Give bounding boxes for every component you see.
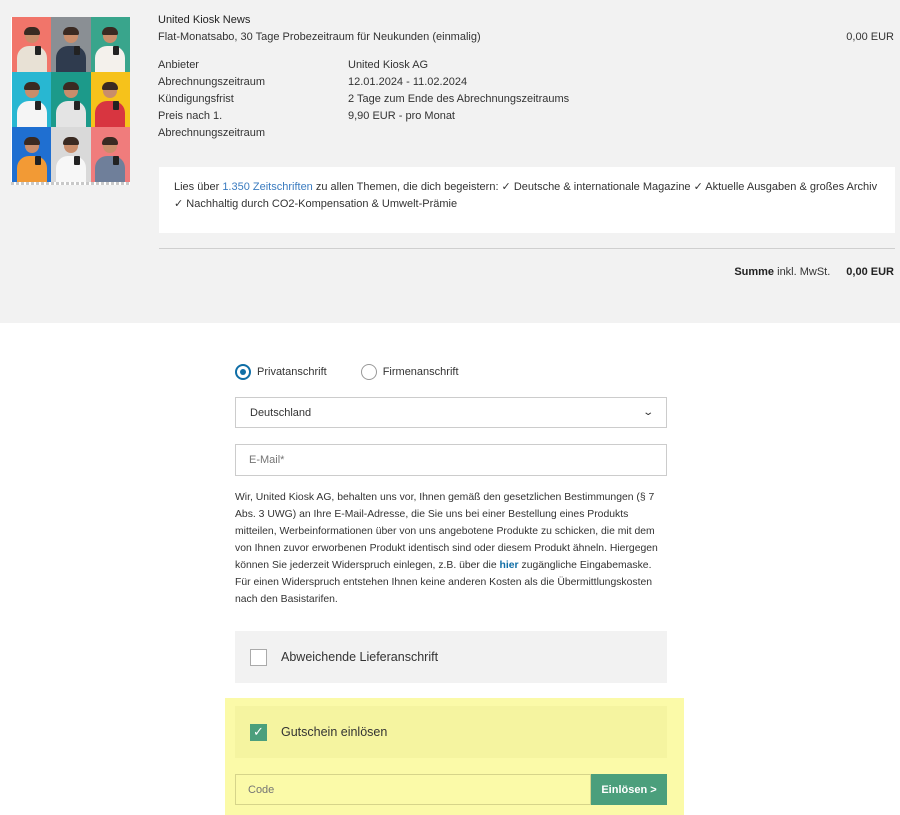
detail-label-later-price: Preis nach 1. Abrechnungszeitraum — [158, 110, 266, 139]
person-hair — [102, 137, 119, 146]
voucher-toggle[interactable]: ✓ Gutschein einlösen — [235, 706, 667, 758]
summary-divider — [159, 248, 895, 249]
person-hair — [62, 137, 79, 146]
radio-selected-icon[interactable] — [235, 364, 251, 380]
radio-company-address[interactable]: Firmenanschrift — [360, 364, 459, 380]
phone-icon — [113, 155, 120, 165]
objection-link[interactable]: hier — [500, 560, 519, 571]
voucher-label: Gutschein einlösen — [281, 725, 388, 739]
person-body — [95, 156, 126, 182]
person-body — [16, 101, 47, 127]
product-subtitle: Flat-Monatsabo, 30 Tage Probezeitraum fü… — [158, 31, 481, 43]
total-amount: 0,00 EUR — [846, 266, 894, 278]
product-thumbnail — [11, 17, 130, 185]
legal-notice: Wir, United Kiosk AG, behalten uns vor, … — [235, 489, 667, 608]
person-body — [95, 101, 126, 127]
detail-value-later-price: 9,90 EUR - pro Monat — [348, 110, 455, 122]
phone-icon — [34, 155, 41, 165]
collage-tile — [90, 127, 130, 182]
promo-box: Lies über 1.350 Zeitschriften zu allen T… — [159, 167, 895, 233]
checkmark-icon: ✓ — [253, 724, 264, 739]
detail-value-provider: United Kiosk AG — [348, 59, 429, 71]
redeem-button[interactable]: Einlösen > — [591, 774, 667, 805]
order-total: Summe inkl. MwSt. 0,00 EUR — [734, 266, 894, 278]
phone-icon — [74, 45, 81, 55]
collage-tile — [12, 17, 52, 72]
chevron-down-icon: ⌄ — [641, 407, 654, 418]
address-type-group: Privatanschrift Firmenanschrift — [235, 364, 459, 380]
radio-private-address[interactable]: Privatanschrift — [235, 364, 327, 380]
collage-tile — [12, 127, 52, 182]
promo-text-prefix: Lies über — [174, 181, 223, 193]
phone-icon — [113, 45, 120, 55]
alt-shipping-toggle[interactable]: Abweichende Lieferanschrift — [235, 631, 667, 683]
collage-tile — [90, 72, 130, 127]
person-hair — [23, 82, 40, 91]
person-body — [55, 101, 86, 127]
radio-unselected-icon[interactable] — [360, 364, 377, 380]
person-hair — [62, 27, 79, 36]
phone-icon — [34, 100, 41, 110]
collage-tile — [90, 17, 130, 72]
country-select-value: Deutschland — [250, 406, 312, 419]
person-hair — [62, 82, 79, 91]
voucher-checkbox[interactable]: ✓ — [250, 723, 267, 741]
alt-shipping-label: Abweichende Lieferanschrift — [281, 650, 439, 664]
phone-icon — [74, 155, 81, 165]
detail-value-billing-period: 12.01.2024 - 11.02.2024 — [348, 76, 468, 88]
detail-label-notice-period: Kündigungsfrist — [158, 93, 234, 105]
detail-label-billing-period: Abrechnungszeitraum — [158, 76, 266, 88]
person-body — [55, 46, 86, 72]
order-summary: United Kiosk News Flat-Monatsabo, 30 Tag… — [0, 0, 900, 323]
total-label: Summe — [734, 266, 775, 278]
thumbnail-collage — [12, 17, 130, 182]
promo-magazines-link[interactable]: 1.350 Zeitschriften — [222, 181, 313, 193]
person-body — [16, 156, 47, 182]
collage-tile — [51, 72, 91, 127]
person-body — [95, 46, 126, 72]
person-hair — [23, 137, 40, 146]
radio-company-label: Firmenanschrift — [382, 366, 459, 378]
voucher-section: ✓ Gutschein einlösen Einlösen > — [225, 698, 684, 815]
collage-tile — [12, 72, 52, 127]
phone-icon — [74, 100, 81, 110]
alt-shipping-checkbox[interactable] — [250, 648, 267, 666]
voucher-code-row: Einlösen > — [235, 774, 667, 805]
person-body — [16, 46, 47, 72]
product-title: United Kiosk News — [158, 14, 251, 26]
collage-tile — [51, 17, 91, 72]
person-hair — [23, 27, 40, 36]
country-select[interactable]: Deutschland ⌄ — [235, 397, 667, 428]
detail-label-provider: Anbieter — [158, 59, 199, 71]
person-body — [55, 156, 86, 182]
phone-icon — [34, 45, 41, 55]
thumbnail-caption-strip — [11, 182, 130, 185]
phone-icon — [113, 100, 120, 110]
person-hair — [102, 82, 119, 91]
product-price: 0,00 EUR — [846, 31, 894, 43]
person-hair — [102, 27, 119, 36]
radio-private-label: Privatanschrift — [257, 366, 327, 378]
total-tax-note: inkl. MwSt. — [774, 266, 831, 278]
voucher-code-input[interactable] — [235, 774, 591, 805]
collage-tile — [51, 127, 91, 182]
email-input[interactable] — [235, 444, 667, 476]
detail-value-notice-period: 2 Tage zum Ende des Abrechnungszeitraums — [348, 93, 570, 105]
